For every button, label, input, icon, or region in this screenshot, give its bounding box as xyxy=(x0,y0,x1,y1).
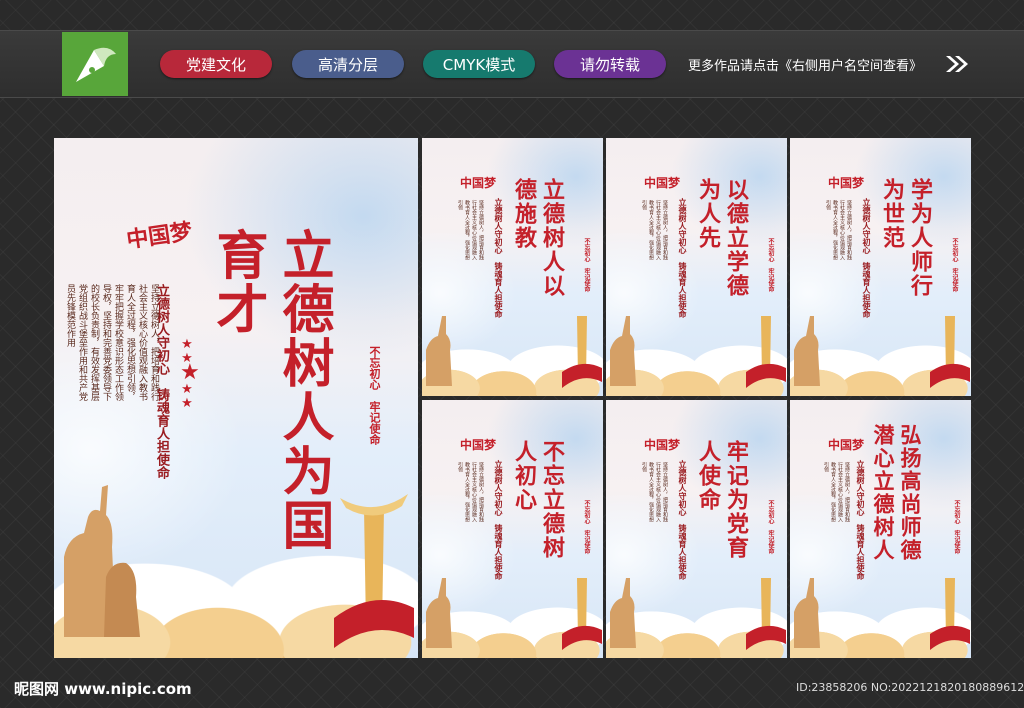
site-watermark[interactable]: 昵图网 www.nipic.com xyxy=(14,678,192,699)
soldier-statue xyxy=(794,315,820,386)
poster-subtitle: 立德树人守初心 铸魂育人担使命 xyxy=(856,460,866,580)
small-poster-6: 中国梦 弘扬高尚师德潜心立德树人 立德树人守初心 铸魂育人担使命 坚持立德树人，… xyxy=(790,400,971,658)
tag-cmyk-mode[interactable]: CMYK模式 xyxy=(423,50,535,78)
poster-title: 立德树人以德施教 xyxy=(511,178,565,298)
soldier-statue xyxy=(64,485,140,638)
ornamental-pillar xyxy=(746,578,786,650)
double-chevron-right-icon[interactable] xyxy=(944,54,970,74)
ornamental-pillar xyxy=(746,316,786,388)
poster-subtitle: 立德树人守初心 铸魂育人担使命 xyxy=(494,460,504,580)
soldier-statue xyxy=(610,315,636,386)
main-body-text: 坚持立德树人，把培育和践行社会主义核心价值观融入教书育人全过程，强化思想引领，牢… xyxy=(65,284,159,401)
star-divider: ★ ★ ★ ★ ★ xyxy=(180,337,200,411)
china-dream-emblem: 中国梦 xyxy=(644,438,681,452)
poster-title: 学为人师行为世范 xyxy=(879,178,933,298)
poster-title: 以德立学德为人先 xyxy=(695,178,749,298)
poster-body: 坚持立德树人，把培育和践行社会主义核心价值观融入教书育人全过程，强化思想引领 xyxy=(457,200,484,260)
ornamental-pillar xyxy=(930,578,970,650)
soldier-statue xyxy=(794,577,820,648)
poster-motto: 不忘初心 牢记使命 xyxy=(583,238,590,292)
poster-title: 弘扬高尚师德潜心立德树人 xyxy=(871,424,923,562)
tag-no-repost[interactable]: 请勿转载 xyxy=(554,50,666,78)
poster-motto: 不忘初心 牢记使命 xyxy=(767,238,774,292)
image-id-watermark: ID:23858206 NO:20221218201808896122 xyxy=(796,681,1024,694)
poster-body: 坚持立德树人，把培育和践行社会主义核心价值观融入教书育人全过程，强化思想引领 xyxy=(825,200,852,260)
main-title: 立德树人为国育才 xyxy=(207,228,334,552)
poster-subtitle: 立德树人守初心 铸魂育人担使命 xyxy=(678,198,688,318)
ornamental-pillar xyxy=(562,578,602,650)
poster-title: 不忘立德树人初心 xyxy=(511,440,565,560)
soldier-statue xyxy=(426,315,452,386)
pen-nib-logo-icon[interactable] xyxy=(62,32,128,96)
tag-party-culture[interactable]: 党建文化 xyxy=(160,50,272,78)
ornamental-pillar xyxy=(562,316,602,388)
small-poster-4: 中国梦 不忘立德树人初心 立德树人守初心 铸魂育人担使命 坚持立德树人，把培育和… xyxy=(422,400,603,658)
poster-motto: 不忘初心 牢记使命 xyxy=(583,500,590,554)
soldier-statue xyxy=(426,577,452,648)
small-poster-5: 中国梦 牢记为党育人使命 立德树人守初心 铸魂育人担使命 坚持立德树人，把培育和… xyxy=(606,400,787,658)
poster-title: 牢记为党育人使命 xyxy=(695,440,749,560)
china-dream-emblem: 中国梦 xyxy=(828,176,865,190)
poster-body: 坚持立德树人，把培育和践行社会主义核心价值观融入教书育人全过程，强化思想引领 xyxy=(823,462,850,522)
ornamental-pillar xyxy=(930,316,970,388)
small-poster-2: 中国梦 以德立学德为人先 立德树人守初心 铸魂育人担使命 坚持立德树人，把培育和… xyxy=(606,138,787,396)
china-dream-emblem: 中国梦 xyxy=(828,438,865,452)
china-dream-emblem: 中国梦 xyxy=(460,176,497,190)
poster-subtitle: 立德树人守初心 铸魂育人担使命 xyxy=(678,460,688,580)
small-poster-1: 中国梦 立德树人以德施教 立德树人守初心 铸魂育人担使命 坚持立德树人，把培育和… xyxy=(422,138,603,396)
poster-motto: 不忘初心 牢记使命 xyxy=(767,500,774,554)
poster-body: 坚持立德树人，把培育和践行社会主义核心价值观融入教书育人全过程，强化思想引领 xyxy=(641,200,668,260)
poster-motto: 不忘初心 牢记使命 xyxy=(951,238,958,292)
poster-subtitle: 立德树人守初心 铸魂育人担使命 xyxy=(494,198,504,318)
poster-motto: 不忘初心 牢记使命 xyxy=(953,500,960,554)
poster-body: 坚持立德树人，把培育和践行社会主义核心价值观融入教书育人全过程，强化思想引领 xyxy=(457,462,484,522)
china-dream-emblem: 中国梦 xyxy=(460,438,497,452)
main-motto: 不忘初心 牢记使命 xyxy=(368,346,381,445)
more-works-notice[interactable]: 更多作品请点击《右侧用户名空间查看》 xyxy=(688,55,922,74)
poster-body: 坚持立德树人，把培育和践行社会主义核心价值观融入教书育人全过程，强化思想引领 xyxy=(641,462,668,522)
poster-subtitle: 立德树人守初心 铸魂育人担使命 xyxy=(862,198,872,318)
tag-hd-layers[interactable]: 高清分层 xyxy=(292,50,404,78)
soldier-statue xyxy=(610,577,636,648)
small-poster-3: 中国梦 学为人师行为世范 立德树人守初心 铸魂育人担使命 坚持立德树人，把培育和… xyxy=(790,138,971,396)
ornamental-pillar xyxy=(334,494,414,648)
main-poster: 中国梦 立德树人为国育才 ★ ★ ★ ★ ★ 立德树人守初心 铸魂育人担使命 坚持立德树… xyxy=(54,138,418,658)
china-dream-emblem: 中国梦 xyxy=(644,176,681,190)
